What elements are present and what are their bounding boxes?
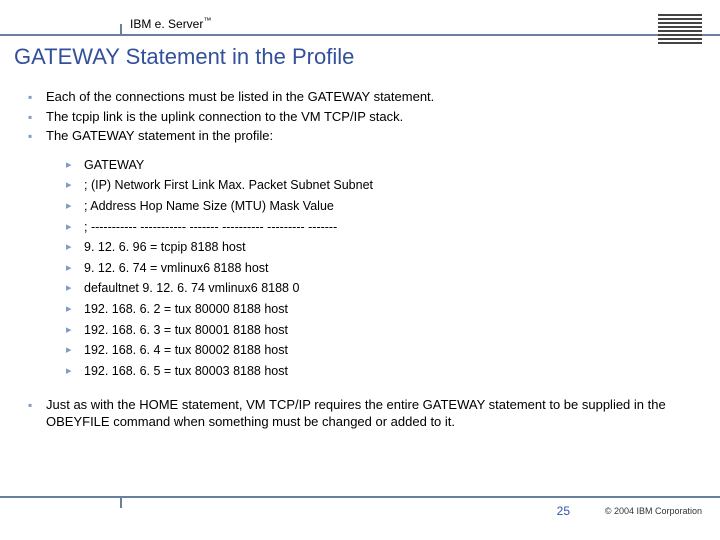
slide: IBM e. Server™ GATEWAY Statement in the … xyxy=(0,0,720,540)
top-rule xyxy=(0,34,720,36)
slide-content: Each of the connections must be listed i… xyxy=(28,88,696,433)
gateway-line: 192. 168. 6. 5 = tux 80003 8188 host xyxy=(66,361,696,382)
gateway-line: ; (IP) Network First Link Max. Packet Su… xyxy=(66,175,696,196)
footer-bar: 25 © 2004 IBM Corporation xyxy=(0,496,720,526)
gateway-line: 9. 12. 6. 96 = tcpip 8188 host xyxy=(66,237,696,258)
gateway-line: ; Address Hop Name Size (MTU) Mask Value xyxy=(66,196,696,217)
outro-bullet-list: Just as with the HOME statement, VM TCP/… xyxy=(28,396,696,431)
ibm-logo xyxy=(658,14,702,51)
trademark-symbol: ™ xyxy=(203,16,211,25)
intro-bullet-list: Each of the connections must be listed i… xyxy=(28,88,696,145)
brand-label: IBM e. Server xyxy=(130,17,203,31)
intro-bullet: Each of the connections must be listed i… xyxy=(28,88,696,106)
brand-text: IBM e. Server™ xyxy=(130,16,211,31)
ibm-logo-bars xyxy=(658,14,702,46)
slide-title: GATEWAY Statement in the Profile xyxy=(14,44,354,70)
gateway-line: 192. 168. 6. 2 = tux 80000 8188 host xyxy=(66,299,696,320)
bottom-rule xyxy=(0,496,720,498)
gateway-line: 192. 168. 6. 3 = tux 80001 8188 host xyxy=(66,320,696,341)
intro-bullet: The tcpip link is the uplink connection … xyxy=(28,108,696,126)
gateway-line: GATEWAY xyxy=(66,155,696,176)
top-bar: IBM e. Server™ xyxy=(0,10,720,40)
gateway-line: 9. 12. 6. 74 = vmlinux6 8188 host xyxy=(66,258,696,279)
outro-bullet: Just as with the HOME statement, VM TCP/… xyxy=(28,396,696,431)
page-number: 25 xyxy=(557,504,570,518)
gateway-line: 192. 168. 6. 4 = tux 80002 8188 host xyxy=(66,340,696,361)
bottom-rule-tick xyxy=(120,498,122,508)
gateway-line-list: GATEWAY ; (IP) Network First Link Max. P… xyxy=(66,155,696,382)
copyright-text: © 2004 IBM Corporation xyxy=(605,506,702,516)
gateway-line: defaultnet 9. 12. 6. 74 vmlinux6 8188 0 xyxy=(66,278,696,299)
intro-bullet: The GATEWAY statement in the profile: xyxy=(28,127,696,145)
gateway-line: ; ----------- ----------- ------- ------… xyxy=(66,217,696,238)
top-rule-tick xyxy=(120,24,122,34)
